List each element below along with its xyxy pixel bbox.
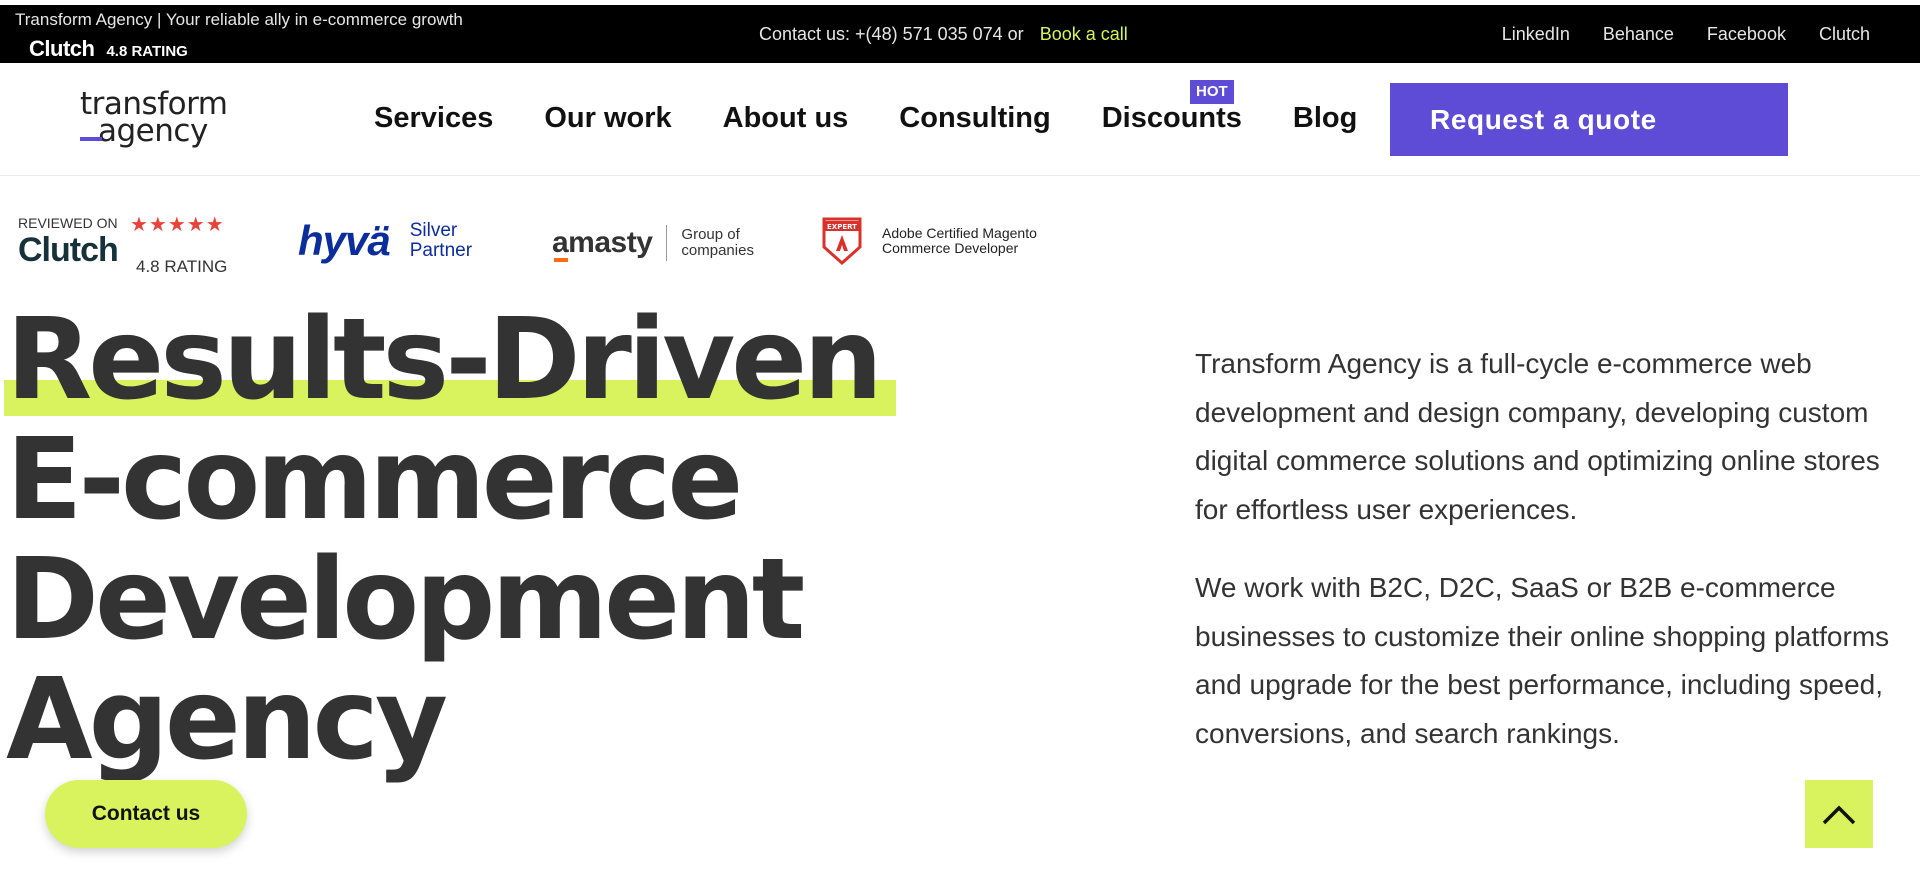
book-call-link[interactable]: Book a call	[1040, 24, 1128, 45]
top-bar: Transform Agency | Your reliable ally in…	[0, 5, 1920, 63]
clutch-rating-mini[interactable]: Clutch 4.8 RATING	[29, 36, 188, 62]
clutch-logo: Clutch	[29, 36, 95, 61]
amasty-group-label: Group of companies	[681, 226, 754, 259]
star-rating-icon: ★★★★★	[130, 214, 225, 236]
nav-our-work[interactable]: Our work	[544, 102, 671, 135]
main-header: transform agency Services Our work About…	[0, 63, 1920, 176]
logo-line-2: agency	[80, 116, 230, 147]
social-link-behance[interactable]: Behance	[1603, 24, 1674, 45]
hero-title-line-1: Results-Driven	[4, 300, 1006, 420]
social-links: LinkedIn Behance Facebook Clutch	[1502, 24, 1870, 45]
badge-divider	[666, 225, 668, 261]
site-logo[interactable]: transform agency	[80, 89, 230, 151]
hero-title-line-4: Agency	[6, 655, 448, 785]
nav-discounts[interactable]: Discounts	[1102, 102, 1242, 135]
amasty-badge: amasty Group of companies	[552, 225, 754, 262]
contact-phone: Contact us: +(48) 571 035 074 or	[759, 24, 1024, 44]
adobe-expert-shield-icon: EXPERT	[822, 217, 862, 265]
clutch-rating-text: 4.8 RATING	[106, 43, 188, 60]
adobe-badge: EXPERT Adobe Certified Magento Commerce D…	[820, 217, 1037, 265]
hot-badge: HOT	[1190, 80, 1234, 104]
hyva-logo: hyvä	[298, 217, 391, 264]
amasty-logo: amasty	[552, 226, 653, 262]
tagline: Transform Agency | Your reliable ally in…	[15, 10, 463, 29]
nav-services[interactable]: Services	[374, 102, 493, 135]
social-link-clutch[interactable]: Clutch	[1819, 24, 1870, 45]
nav-blog[interactable]: Blog	[1293, 102, 1357, 135]
hero-title: Results-Driven E-commerce Development Ag…	[4, 300, 1006, 785]
scroll-to-top-button[interactable]	[1805, 780, 1873, 848]
request-quote-button[interactable]: Request a quote	[1390, 83, 1788, 156]
hero-paragraph-1: Transform Agency is a full-cycle e-comme…	[1195, 348, 1880, 525]
main-nav: Services Our work About us Consulting Di…	[374, 102, 1357, 135]
clutch-reviewed-label: REVIEWED ON	[18, 215, 118, 231]
contact-info: Contact us: +(48) 571 035 074 or Book a …	[759, 24, 1128, 45]
social-link-facebook[interactable]: Facebook	[1707, 24, 1786, 45]
contact-us-button[interactable]: Contact us	[45, 780, 247, 848]
adobe-cert-label: Adobe Certified Magento Commerce Develope…	[882, 225, 1037, 256]
clutch-rating-value: 4.8 RATING	[136, 257, 228, 276]
svg-text:EXPERT: EXPERT	[827, 223, 857, 231]
hyva-badge: hyvä Silver Partner	[298, 217, 472, 265]
hyva-partner-label: Silver Partner	[409, 220, 473, 261]
clutch-badge[interactable]: REVIEWED ON ★★★★★ Clutch 4.8 RATING	[18, 214, 238, 276]
chevron-up-icon	[1822, 805, 1856, 825]
partner-badges: REVIEWED ON ★★★★★ Clutch 4.8 RATING hyvä…	[0, 205, 1100, 276]
nav-about-us[interactable]: About us	[723, 102, 849, 135]
hero-description: Transform Agency is a full-cycle e-comme…	[1195, 340, 1895, 758]
social-link-linkedin[interactable]: LinkedIn	[1502, 24, 1570, 45]
hero-title-line-3: Development	[6, 535, 805, 665]
hero-title-line-2: E-commerce	[6, 415, 743, 545]
clutch-logo: Clutch	[18, 231, 119, 269]
hero-paragraph-2: We work with B2C, D2C, SaaS or B2B e-com…	[1195, 572, 1890, 749]
nav-consulting[interactable]: Consulting	[899, 102, 1050, 135]
